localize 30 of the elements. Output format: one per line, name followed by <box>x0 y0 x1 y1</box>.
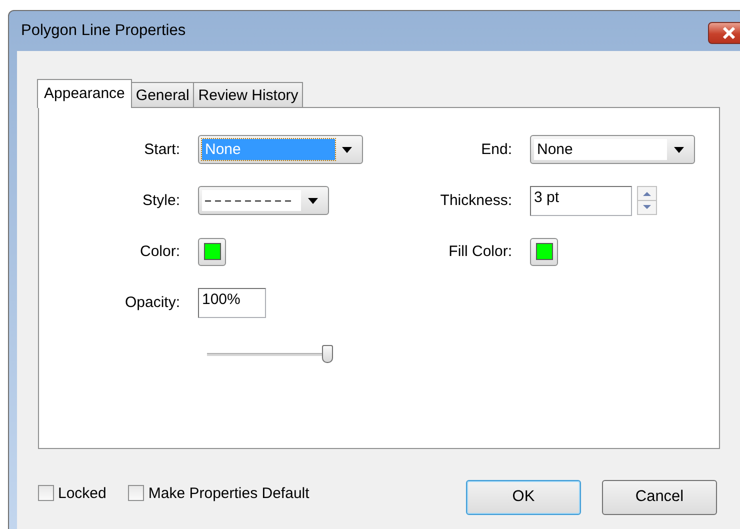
close-button[interactable] <box>708 22 740 44</box>
dropdown-arrow-icon <box>674 146 684 152</box>
field-label: Style: <box>142 192 180 209</box>
checkbox-label[interactable]: Make Properties Default <box>148 484 310 502</box>
input-field[interactable]: 3 pt <box>530 186 632 216</box>
dialog-button[interactable]: OK <box>466 480 581 514</box>
field-label: Thickness: <box>440 192 512 209</box>
field-label: End: <box>481 141 512 158</box>
close-icon <box>722 27 736 39</box>
field-label: Opacity: <box>124 294 180 311</box>
color-picker-button[interactable] <box>198 238 226 266</box>
opacity-slider[interactable] <box>207 344 333 364</box>
checkbox[interactable] <box>38 485 54 501</box>
dropdown[interactable]: None <box>530 135 695 164</box>
input-field[interactable]: 100% <box>198 288 266 318</box>
tab[interactable]: Review History <box>193 82 304 107</box>
tab[interactable]: Appearance <box>37 79 132 108</box>
line-style-dropdown[interactable] <box>198 186 329 215</box>
dropdown-arrow-icon <box>342 146 352 152</box>
field-label: Start: <box>144 141 180 158</box>
slider-thumb[interactable] <box>322 344 333 362</box>
field-label: Fill Color: <box>448 243 512 260</box>
color-picker-button[interactable] <box>530 238 558 266</box>
window-title: Polygon Line Properties <box>21 22 186 40</box>
checkbox[interactable] <box>128 485 144 501</box>
checkbox-label[interactable]: Locked <box>58 484 106 502</box>
dialog-button[interactable]: Cancel <box>602 480 717 514</box>
tab[interactable]: General <box>130 82 194 107</box>
field-label: Color: <box>140 243 180 260</box>
dropdown-arrow-icon <box>308 198 318 204</box>
